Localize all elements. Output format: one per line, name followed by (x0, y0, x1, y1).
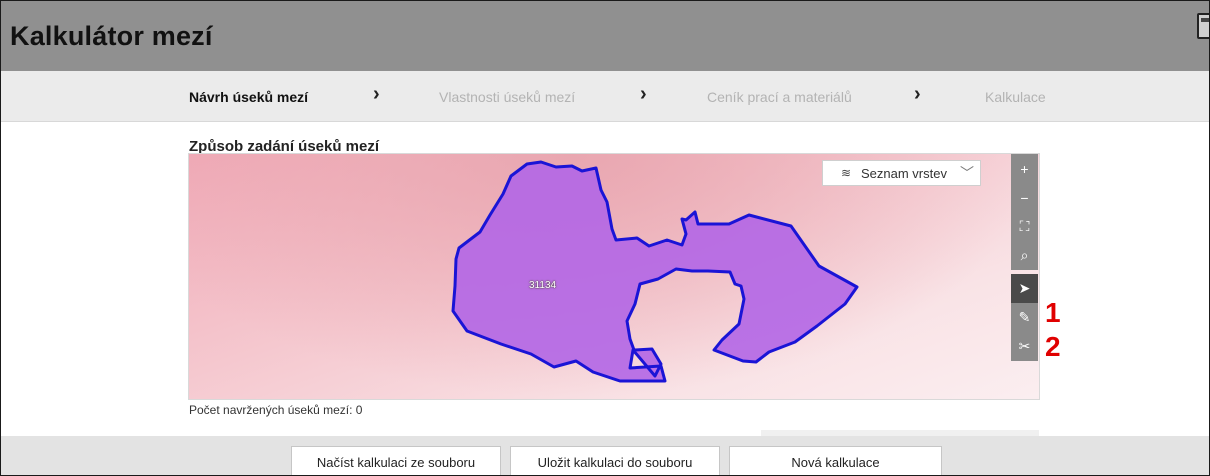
draw-tool-button[interactable]: ✎ (1011, 303, 1038, 332)
parcel-label: 31134 (529, 280, 557, 291)
layers-icon: ≋ (841, 166, 852, 180)
load-calculation-button[interactable]: Načíst kalkulaci ze souboru (291, 446, 501, 475)
chevron-right-icon: › (373, 83, 380, 105)
step-cenik[interactable]: Ceník prací a materiálů (707, 89, 852, 105)
chevron-down-icon: ﹀ (960, 165, 974, 181)
zoom-in-button[interactable]: + (1011, 154, 1038, 183)
calculator-icon[interactable] (1197, 13, 1209, 39)
chevron-right-icon: › (914, 83, 921, 105)
app-title: Kalkulátor mezí (10, 21, 213, 51)
parcel-polygon[interactable] (189, 154, 1039, 399)
step-navrh[interactable]: Návrh úseků mezí (189, 89, 308, 105)
new-calculation-button[interactable]: Nová kalkulace (729, 446, 942, 475)
parcel-shape[interactable] (451, 160, 859, 383)
layers-label: Seznam vrstev (861, 166, 947, 181)
layers-dropdown[interactable]: ≋ Seznam vrstev ﹀ (822, 160, 981, 186)
chevron-right-icon: › (640, 83, 647, 105)
map-canvas[interactable]: 31134 ≋ Seznam vrstev ﹀ + − ⛶ ⌕ ➤ ✎ ✂ (188, 153, 1040, 400)
step-kalkulace[interactable]: Kalkulace (985, 89, 1046, 105)
zoom-out-button[interactable]: − (1011, 183, 1038, 212)
title-bar: Kalkulátor mezí (1, 1, 1209, 71)
select-tool-button[interactable]: ➤ (1011, 274, 1038, 303)
annotation-1: 1 (1045, 297, 1061, 328)
full-extent-button[interactable]: ⛶ (1011, 212, 1038, 241)
annotation-2: 2 (1045, 331, 1061, 362)
step-vlastnosti[interactable]: Vlastnosti úseků mezí (439, 89, 575, 105)
edit-tool-button[interactable]: ✂ (1011, 332, 1038, 361)
save-calculation-button[interactable]: Uložit kalkulaci do souboru (510, 446, 720, 475)
step-navigation: Návrh úseků mezí › Vlastnosti úseků mezí… (1, 71, 1209, 122)
app-window: Kalkulátor mezí Návrh úseků mezí › Vlast… (0, 0, 1210, 476)
search-map-button[interactable]: ⌕ (1011, 241, 1038, 270)
section-count-text: Počet navržených úseků mezí: 0 (189, 403, 363, 417)
